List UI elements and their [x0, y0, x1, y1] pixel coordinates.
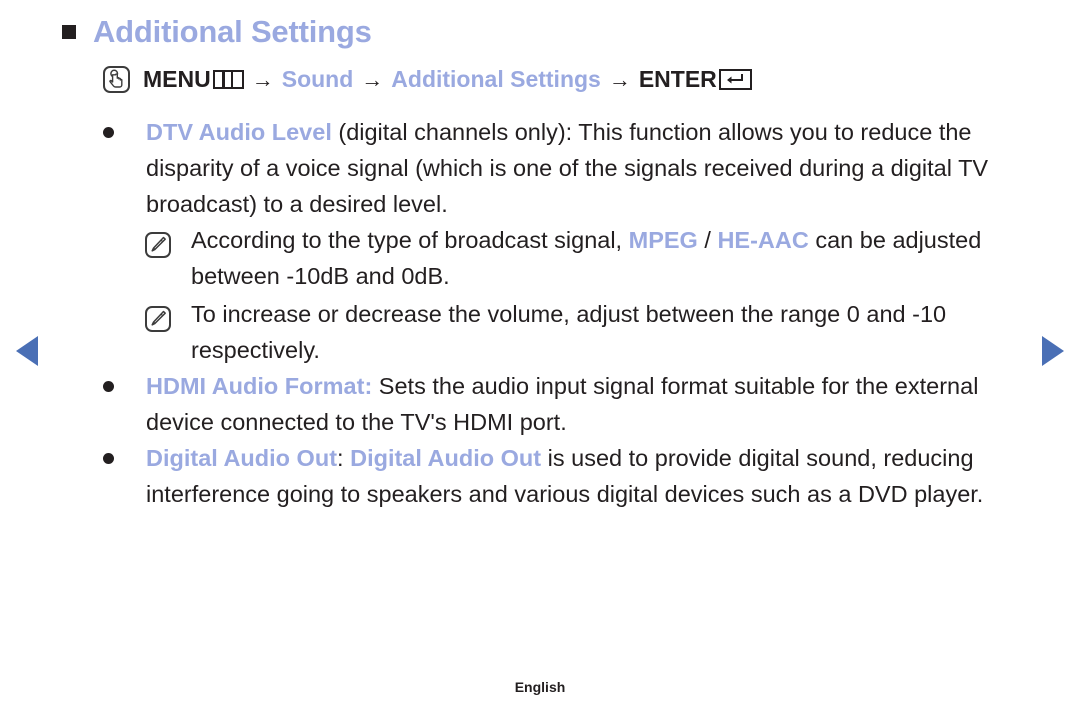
note-pencil-icon: [145, 232, 171, 258]
path-arrow-1: →: [251, 66, 274, 92]
enter-label: ENTER: [638, 66, 717, 92]
path-arrow-2: →: [361, 66, 384, 92]
note-item: To increase or decrease the volume, adju…: [145, 296, 1033, 368]
list-item: Digital Audio Out: Digital Audio Out is …: [103, 440, 1033, 512]
plain-colon: :: [337, 445, 351, 471]
title-square-bullet-icon: [62, 25, 76, 39]
note-item: According to the type of broadcast signa…: [145, 222, 1033, 294]
content-list: DTV Audio Level (digital channels only):…: [103, 114, 1033, 512]
manual-page: Additional Settings MENU → Sound → Addit…: [0, 0, 1080, 705]
keyword-dtv-audio-level: DTV Audio Level: [146, 119, 332, 145]
note-pencil-icon: [145, 306, 171, 332]
footer-language-label: English: [514, 679, 566, 695]
notes-group: According to the type of broadcast signa…: [103, 222, 1033, 368]
hand-press-icon: [103, 66, 130, 93]
note-separator: /: [697, 227, 718, 253]
list-item-text: DTV Audio Level (digital channels only):…: [146, 114, 1033, 222]
path-sound-label: Sound: [281, 66, 354, 92]
path-arrow-3: →: [608, 66, 631, 92]
keyword-mpeg: MPEG: [628, 227, 698, 253]
list-item-text: Digital Audio Out: Digital Audio Out is …: [146, 440, 1033, 512]
keyword-digital-audio-out-2: Digital Audio Out: [350, 445, 542, 471]
menu-label: MENU: [143, 66, 211, 92]
list-item: DTV Audio Level (digital channels only):…: [103, 114, 1033, 222]
keyword-digital-audio-out: Digital Audio Out: [146, 445, 338, 471]
next-page-arrow-icon[interactable]: [1042, 336, 1064, 366]
enter-key-icon: [718, 69, 752, 90]
page-title-row: Additional Settings: [62, 14, 372, 50]
menu-path-breadcrumb: MENU → Sound → Additional Settings → ENT…: [103, 66, 752, 93]
note-pre-text: According to the type of broadcast signa…: [191, 227, 629, 253]
page-title: Additional Settings: [93, 14, 372, 49]
list-item: HDMI Audio Format: Sets the audio input …: [103, 368, 1033, 440]
note-text: To increase or decrease the volume, adju…: [191, 301, 947, 363]
previous-page-arrow-icon[interactable]: [16, 336, 38, 366]
list-item-text: HDMI Audio Format: Sets the audio input …: [146, 368, 1033, 440]
keyword-he-aac: HE-AAC: [717, 227, 809, 253]
note-text: According to the type of broadcast signa…: [191, 222, 1033, 294]
path-additional-settings-label: Additional Settings: [391, 66, 601, 92]
bullet-dot-icon: [103, 381, 114, 392]
keyword-hdmi-audio-format: HDMI Audio Format: [146, 373, 365, 399]
bullet-dot-icon: [103, 127, 114, 138]
menu-columns-icon: [212, 70, 244, 89]
bullet-dot-icon: [103, 453, 114, 464]
